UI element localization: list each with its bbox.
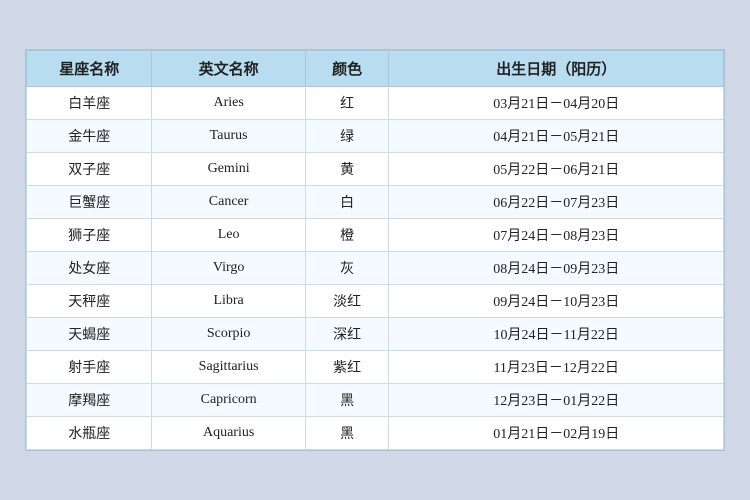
cell-date: 03月21日－04月20日 <box>389 87 724 120</box>
cell-date: 12月23日－01月22日 <box>389 384 724 417</box>
table-row: 金牛座Taurus绿04月21日－05月21日 <box>27 120 724 153</box>
cell-color: 黄 <box>305 153 389 186</box>
cell-english: Gemini <box>152 153 305 186</box>
table-row: 射手座Sagittarius紫红11月23日－12月22日 <box>27 351 724 384</box>
table-header-row: 星座名称 英文名称 颜色 出生日期（阳历） <box>27 51 724 87</box>
cell-date: 04月21日－05月21日 <box>389 120 724 153</box>
table-row: 白羊座Aries红03月21日－04月20日 <box>27 87 724 120</box>
cell-chinese: 摩羯座 <box>27 384 152 417</box>
cell-chinese: 白羊座 <box>27 87 152 120</box>
cell-color: 灰 <box>305 252 389 285</box>
cell-color: 黑 <box>305 417 389 450</box>
cell-date: 09月24日－10月23日 <box>389 285 724 318</box>
cell-chinese: 水瓶座 <box>27 417 152 450</box>
cell-chinese: 狮子座 <box>27 219 152 252</box>
cell-chinese: 巨蟹座 <box>27 186 152 219</box>
cell-color: 绿 <box>305 120 389 153</box>
cell-date: 11月23日－12月22日 <box>389 351 724 384</box>
cell-english: Virgo <box>152 252 305 285</box>
header-date: 出生日期（阳历） <box>389 51 724 87</box>
cell-date: 10月24日－11月22日 <box>389 318 724 351</box>
table-row: 天蝎座Scorpio深红10月24日－11月22日 <box>27 318 724 351</box>
cell-color: 黑 <box>305 384 389 417</box>
table-row: 摩羯座Capricorn黑12月23日－01月22日 <box>27 384 724 417</box>
table-row: 水瓶座Aquarius黑01月21日－02月19日 <box>27 417 724 450</box>
cell-chinese: 双子座 <box>27 153 152 186</box>
table-row: 狮子座Leo橙07月24日－08月23日 <box>27 219 724 252</box>
cell-color: 白 <box>305 186 389 219</box>
cell-date: 08月24日－09月23日 <box>389 252 724 285</box>
cell-english: Aries <box>152 87 305 120</box>
table-row: 双子座Gemini黄05月22日－06月21日 <box>27 153 724 186</box>
cell-english: Sagittarius <box>152 351 305 384</box>
zodiac-table-wrapper: 星座名称 英文名称 颜色 出生日期（阳历） 白羊座Aries红03月21日－04… <box>25 49 725 451</box>
cell-color: 橙 <box>305 219 389 252</box>
table-body: 白羊座Aries红03月21日－04月20日金牛座Taurus绿04月21日－0… <box>27 87 724 450</box>
cell-chinese: 处女座 <box>27 252 152 285</box>
cell-chinese: 射手座 <box>27 351 152 384</box>
table-row: 天秤座Libra淡红09月24日－10月23日 <box>27 285 724 318</box>
cell-chinese: 天蝎座 <box>27 318 152 351</box>
cell-english: Scorpio <box>152 318 305 351</box>
cell-date: 06月22日－07月23日 <box>389 186 724 219</box>
zodiac-table: 星座名称 英文名称 颜色 出生日期（阳历） 白羊座Aries红03月21日－04… <box>26 50 724 450</box>
cell-chinese: 天秤座 <box>27 285 152 318</box>
cell-date: 01月21日－02月19日 <box>389 417 724 450</box>
cell-color: 红 <box>305 87 389 120</box>
table-row: 巨蟹座Cancer白06月22日－07月23日 <box>27 186 724 219</box>
cell-color: 淡红 <box>305 285 389 318</box>
cell-english: Leo <box>152 219 305 252</box>
cell-date: 07月24日－08月23日 <box>389 219 724 252</box>
header-chinese: 星座名称 <box>27 51 152 87</box>
header-english: 英文名称 <box>152 51 305 87</box>
cell-english: Taurus <box>152 120 305 153</box>
cell-english: Cancer <box>152 186 305 219</box>
cell-english: Capricorn <box>152 384 305 417</box>
cell-date: 05月22日－06月21日 <box>389 153 724 186</box>
cell-english: Aquarius <box>152 417 305 450</box>
cell-chinese: 金牛座 <box>27 120 152 153</box>
cell-english: Libra <box>152 285 305 318</box>
cell-color: 深红 <box>305 318 389 351</box>
header-color: 颜色 <box>305 51 389 87</box>
table-row: 处女座Virgo灰08月24日－09月23日 <box>27 252 724 285</box>
cell-color: 紫红 <box>305 351 389 384</box>
